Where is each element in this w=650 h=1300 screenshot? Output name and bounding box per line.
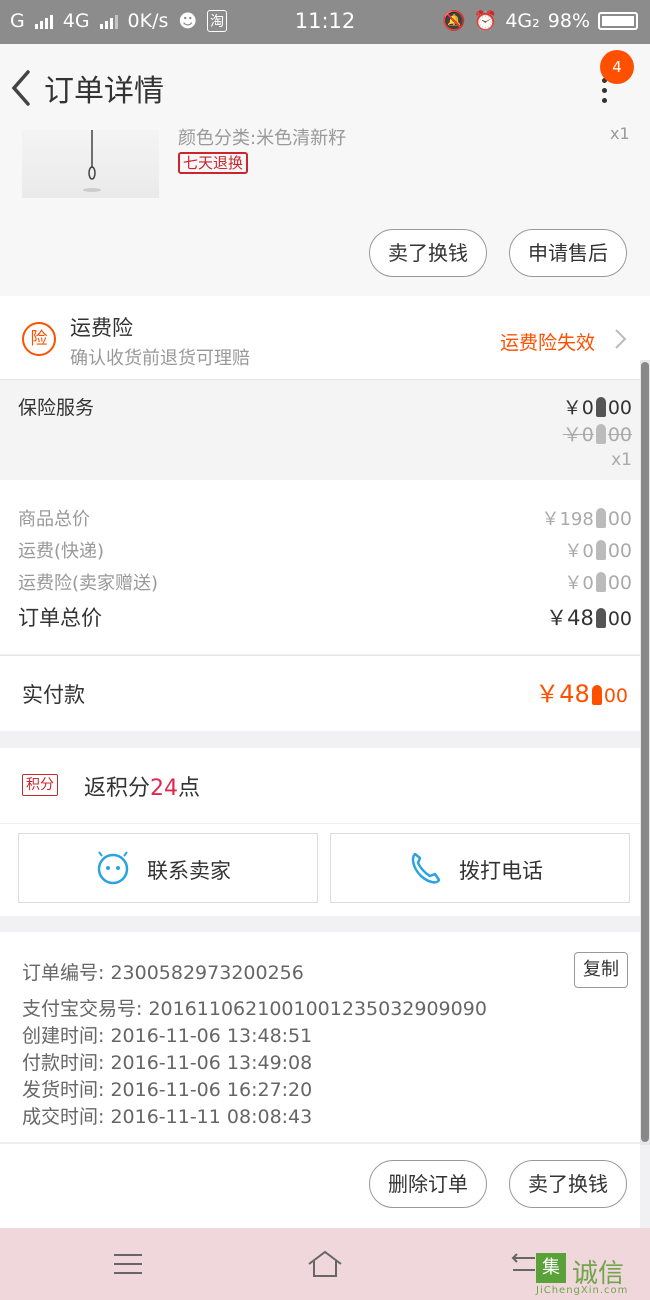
notification-badge: 4	[600, 50, 634, 84]
order-info: 订单编号: 2300582973200256 复制 支付宝交易号: 201611…	[0, 932, 640, 1142]
menu-icon[interactable]	[108, 1248, 148, 1280]
total-label-order: 订单总价	[18, 606, 102, 630]
back-arrow-icon[interactable]	[8, 68, 34, 108]
total-label-shipping: 运费(快递)	[18, 541, 105, 562]
resell-button[interactable]: 卖了换钱	[369, 229, 487, 277]
actual-payment-row: 实付款 ￥48 00	[0, 655, 640, 731]
product-card[interactable]: 颜色分类:米色清新籽 x1 七天退换 卖了换钱 申请售后	[0, 124, 650, 296]
service-qty: x1	[611, 450, 632, 470]
total-label-goods: 商品总价	[18, 509, 90, 530]
total-label-insurance: 运费险(卖家赠送)	[18, 573, 159, 594]
total-value-order: ￥48 00	[546, 606, 632, 630]
paid-time: 付款时间: 2016-11-06 13:49:08	[22, 1052, 313, 1074]
insurance-subtitle: 确认收货前退货可理赔	[70, 348, 250, 369]
battery-percent: 98%	[547, 9, 590, 32]
insurance-status: 运费险失效	[500, 332, 596, 354]
phone-icon	[411, 852, 441, 884]
product-qty: x1	[610, 124, 630, 143]
shipping-insurance-row[interactable]: 险 运费险 确认收货前退货可理赔 运费险失效	[0, 296, 650, 380]
service-price: ￥0 00	[562, 397, 632, 419]
total-value-insurance: ￥0 00	[564, 572, 632, 594]
chevron-right-icon	[615, 329, 627, 349]
lamp-image-icon	[83, 130, 101, 192]
contact-seller-label: 联系卖家	[147, 859, 231, 883]
seven-day-return-tag: 七天退换	[178, 152, 249, 174]
page-title: 订单详情	[44, 74, 164, 109]
network-type: 4G₂	[505, 9, 540, 32]
points-text: 返积分24点	[84, 776, 201, 801]
bottom-action-bar: 删除订单 卖了换钱	[0, 1143, 640, 1228]
call-button[interactable]: 拨打电话	[330, 833, 630, 903]
insurance-title: 运费险	[70, 316, 133, 340]
call-label: 拨打电话	[459, 859, 543, 883]
paid-amount: ￥48 00	[535, 680, 628, 708]
contact-seller-button[interactable]: 联系卖家	[18, 833, 318, 903]
home-icon[interactable]	[305, 1248, 345, 1280]
copy-button[interactable]: 复制	[574, 952, 628, 988]
alipay-trade-number: 支付宝交易号: 2016110621001001235032909090	[22, 998, 487, 1020]
mute-icon: 🔕	[441, 10, 466, 32]
delete-order-button[interactable]: 删除订单	[369, 1160, 487, 1208]
shipped-time: 发货时间: 2016-11-06 16:27:20	[22, 1079, 313, 1101]
service-original-price: ￥0 00	[562, 424, 632, 446]
scrollbar[interactable]	[640, 360, 650, 1145]
status-bar: G 4G 0K/s ☻ 淘 11:12 🔕 ⏰ 4G₂ 98%	[0, 0, 650, 44]
points-tag: 积分	[22, 774, 58, 796]
after-sale-button[interactable]: 申请售后	[509, 229, 627, 277]
points-row: 积分 返积分24点	[0, 748, 640, 824]
paid-label: 实付款	[22, 683, 85, 707]
service-label: 保险服务	[18, 397, 95, 419]
contact-actions: 联系卖家 拨打电话	[0, 824, 640, 916]
sku-text: 颜色分类:米色清新籽	[178, 128, 347, 149]
completed-time: 成交时间: 2016-11-11 08:08:43	[22, 1106, 313, 1128]
scrollbar-thumb[interactable]	[641, 362, 649, 1142]
order-number: 订单编号: 2300582973200256	[22, 962, 304, 984]
total-value-goods: ￥198 00	[541, 508, 632, 530]
product-thumbnail[interactable]	[22, 130, 159, 198]
price-summary: 商品总价 ￥198 00 运费(快递) ￥0 00 运费险(卖家赠送) ￥0 00 订…	[0, 480, 640, 654]
insurance-icon: 险	[22, 322, 56, 356]
alarm-icon: ⏰	[473, 10, 498, 32]
chat-bubble-icon	[97, 851, 129, 885]
watermark-logo: 集 诚信 JiChengXin.com	[536, 1253, 648, 1297]
resell-button-bottom[interactable]: 卖了换钱	[509, 1160, 627, 1208]
created-time: 创建时间: 2016-11-06 13:48:51	[22, 1025, 313, 1047]
insurance-service-row: 保险服务 ￥0 00 ￥0 00 x1	[0, 380, 640, 480]
total-value-shipping: ￥0 00	[564, 540, 632, 562]
battery-icon	[598, 11, 638, 30]
